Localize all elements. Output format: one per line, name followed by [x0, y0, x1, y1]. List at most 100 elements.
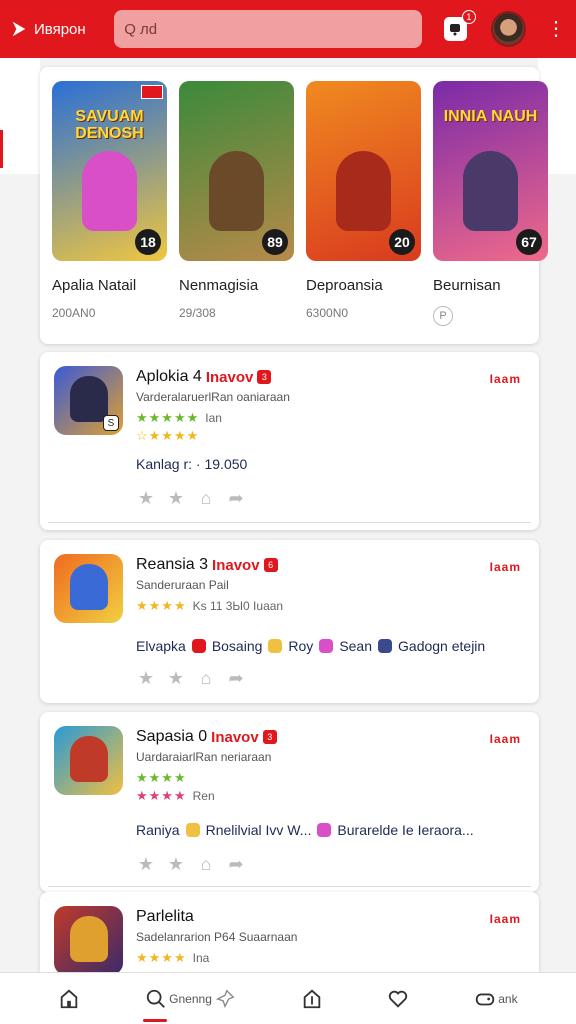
info-item: Burarelde Ie Ieraora... — [337, 822, 474, 838]
app-card[interactable]: Parlelita Iaam Sadelanrarion P64 Suaarna… — [40, 892, 539, 975]
heart-icon — [389, 990, 408, 1008]
featured-score: 89 — [262, 229, 288, 255]
app-developer: Sadelanrarion P64 Suaarnaan — [136, 930, 298, 944]
app-developer: Sanderuraan Pail — [136, 578, 229, 592]
user-avatar[interactable] — [490, 11, 526, 47]
pin-icon — [215, 989, 235, 1008]
rating-row: ★★★★★ Ian — [136, 410, 222, 426]
divider — [48, 522, 531, 523]
featured-character — [336, 151, 391, 231]
rating-stars: ★★★★ — [136, 950, 187, 965]
nav-home[interactable] — [58, 988, 80, 1010]
left-side-panel — [0, 58, 40, 174]
divider — [48, 886, 531, 887]
featured-character — [209, 151, 264, 231]
nav-favorites[interactable] — [387, 988, 409, 1010]
featured-title: Apalia Natail — [52, 277, 137, 294]
info-item: Bosaing — [211, 638, 263, 654]
brand[interactable]: Ивярон — [10, 20, 103, 38]
nav-search[interactable]: Gnenng — [143, 988, 236, 1022]
search-placeholder: Q лd — [124, 20, 158, 38]
app-name: Sapasia 0 — [136, 728, 208, 745]
featured-game-art: 89 — [179, 81, 294, 261]
share-icon[interactable]: ➦ — [226, 668, 246, 688]
nav-games[interactable]: ank — [474, 988, 518, 1010]
app-tag-count: 3 — [262, 730, 277, 744]
brand-name: Ивярон — [34, 20, 86, 38]
upload-icon — [303, 989, 320, 1008]
app-icon — [54, 906, 123, 975]
star-icon[interactable]: ★ — [136, 668, 156, 688]
info-item: Sean — [339, 638, 373, 654]
star-icon[interactable]: ★ — [166, 488, 186, 508]
install-icon[interactable]: ⌂ — [196, 488, 216, 508]
app-info: Elvapka Bosaing Roy Sean Gadogn etejin — [136, 638, 485, 654]
app-card[interactable]: Sapasia 0 Inavov 3 Iaam UardaraiarlRan n… — [40, 712, 539, 892]
app-actions: ★ ★ ⌂ ➦ — [136, 668, 246, 688]
app-developer: UardaraiarlRan neriaraan — [136, 750, 272, 764]
app-title[interactable]: Aplokia 4 Inavov 3 — [136, 368, 272, 386]
more-link[interactable]: Iaam — [490, 732, 521, 746]
star-icon[interactable]: ★ — [136, 854, 156, 874]
info-item: Rnelilvial Ivv W... — [205, 822, 312, 838]
nav-search-label: Gnenng — [169, 991, 212, 1006]
install-icon[interactable]: ⌂ — [196, 668, 216, 688]
info-chip-icon — [319, 639, 334, 653]
app-info: Kanlag r: · 19.050 — [136, 456, 247, 472]
app-title[interactable]: Sapasia 0 Inavov 3 — [136, 728, 277, 746]
share-icon[interactable]: ➦ — [226, 854, 246, 874]
featured-subtitle: 6300N0 — [306, 306, 349, 320]
info-item: Roy — [288, 638, 314, 654]
app-icon — [54, 726, 123, 795]
star-icon[interactable]: ★ — [166, 854, 186, 874]
bottom-navigation: Gnenng ank — [0, 972, 576, 1024]
app-card[interactable]: Reansia 3 Inavov 6 Iaam Sanderuraan Pail… — [40, 540, 539, 703]
notifications-button[interactable]: 1 — [443, 10, 476, 41]
app-tag-count: 6 — [263, 558, 278, 572]
star-icon[interactable]: ★ — [166, 668, 186, 688]
app-card[interactable]: S Aplokia 4 Inavov 3 Iaam Varderalaruerl… — [40, 352, 539, 530]
featured-score: 67 — [516, 229, 542, 255]
share-icon[interactable]: ➦ — [226, 488, 246, 508]
featured-game-card[interactable]: 89 Nenmagisia 29/308 — [179, 81, 294, 330]
featured-game-card[interactable]: 20 Deproansia 6300N0 — [306, 81, 421, 330]
info-chip-icon — [378, 639, 393, 653]
featured-game-art: SAVUAM DENOSH 18 — [52, 81, 167, 261]
featured-score: 18 — [135, 229, 161, 255]
flag-badge — [141, 85, 163, 99]
nav-updates[interactable] — [301, 988, 323, 1010]
featured-game-art: 20 — [306, 81, 421, 261]
app-actions: ★ ★ ⌂ ➦ — [136, 854, 246, 874]
more-options-icon[interactable]: ⋮ — [546, 19, 566, 39]
star-icon[interactable]: ★ — [136, 488, 156, 508]
rating-row: ★★★★ Ks 11 3Ы0 Iuaan — [136, 598, 283, 614]
info-item: Elvapka — [136, 638, 186, 654]
featured-game-card[interactable]: INNIA NAUH 67 Beurnisan P — [433, 81, 548, 330]
featured-subtitle: 29/308 — [179, 306, 216, 320]
more-link[interactable]: Iaam — [490, 560, 521, 574]
featured-art-text: SAVUAM DENOSH — [75, 108, 144, 142]
info-chip-icon — [317, 823, 332, 837]
rating-meta: Ren — [192, 789, 215, 803]
app-info-text: Kanlag r: · 19.050 — [136, 456, 248, 472]
more-link[interactable]: Iaam — [490, 372, 521, 386]
featured-character — [463, 151, 518, 231]
featured-game-card[interactable]: SAVUAM DENOSH 18 Apalia Natail 200ΑΝ0 — [52, 81, 167, 330]
search-input[interactable]: Q лd — [114, 10, 422, 48]
rating-stars: ★★★★ — [136, 788, 187, 803]
info-item: Raniya — [136, 822, 180, 838]
app-developer: VarderalaruerlRan oaniaraan — [136, 390, 290, 404]
featured-title: Deproansia — [306, 277, 383, 294]
app-icon — [54, 554, 123, 623]
rating-meta: Ks 11 3Ы0 Iuaan — [192, 599, 284, 613]
more-link[interactable]: Iaam — [490, 912, 521, 926]
app-title[interactable]: Parlelita — [136, 908, 194, 926]
app-icon: S — [54, 366, 123, 435]
featured-art-text: INNIA NAUH — [443, 108, 538, 125]
search-icon — [147, 989, 166, 1008]
featured-subtitle: P — [433, 306, 453, 326]
app-title[interactable]: Reansia 3 Inavov 6 — [136, 556, 278, 574]
brand-logo-icon — [12, 21, 26, 37]
rating-stars: ★★★★ — [136, 598, 187, 613]
install-icon[interactable]: ⌂ — [196, 854, 216, 874]
